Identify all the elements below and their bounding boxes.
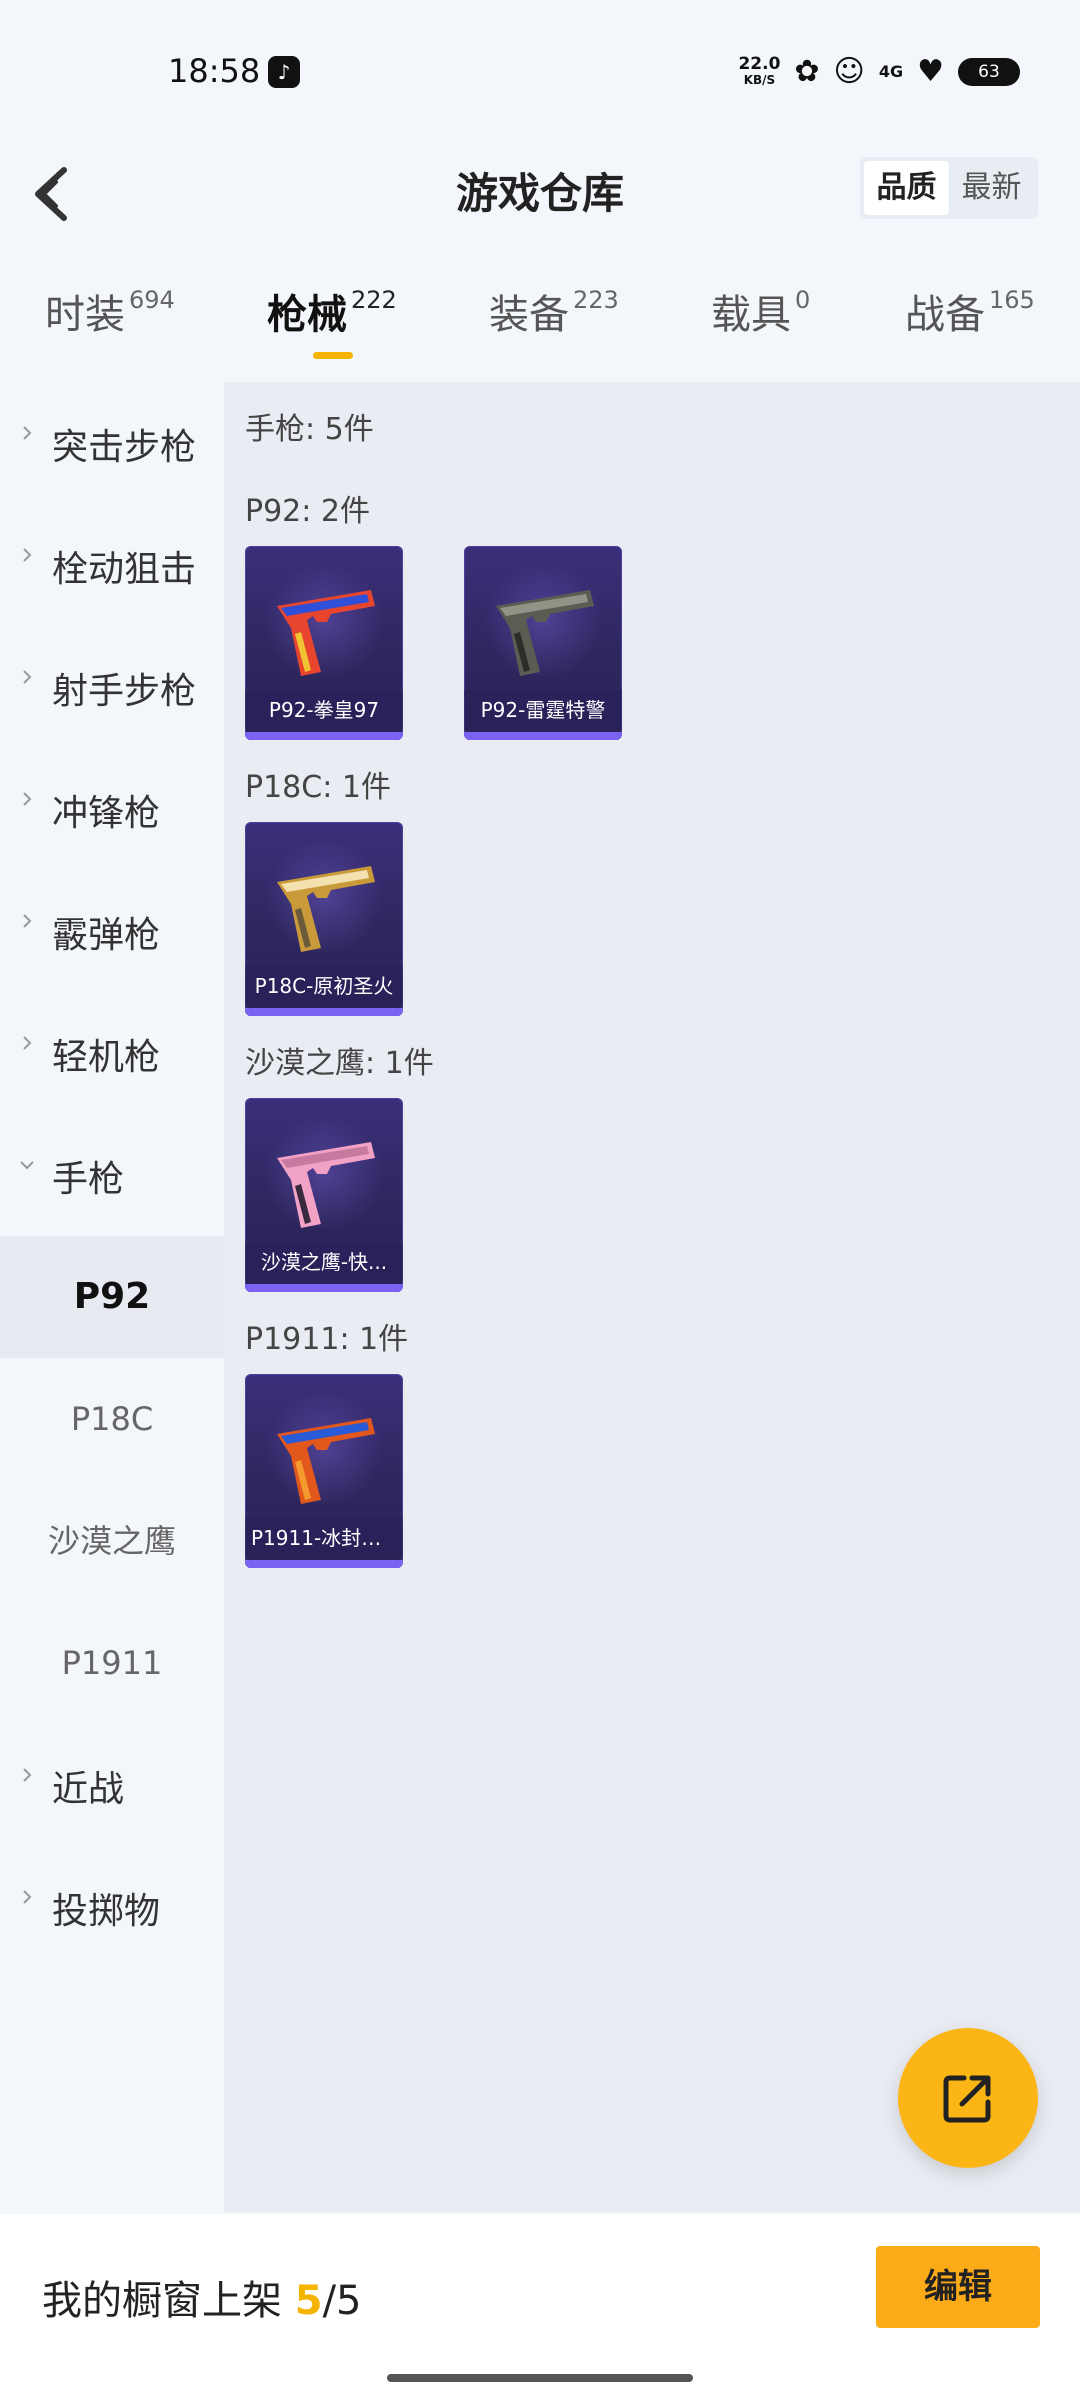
header: 游戏仓库 品质 最新: [0, 140, 1080, 280]
sidebar-sub-p18c[interactable]: P18C: [0, 1358, 224, 1480]
chevron-right-icon: [23, 914, 32, 928]
sort-quality[interactable]: 品质: [864, 161, 949, 215]
home-indicator[interactable]: [387, 2374, 693, 2382]
sidebar-item-throwables[interactable]: 投掷物: [0, 1846, 224, 1968]
active-tab-indicator: [313, 352, 353, 359]
chevron-right-icon: [23, 792, 32, 806]
tab-fashion[interactable]: 时装 694: [45, 282, 175, 380]
group-label-p18c: P18C: 1件: [245, 770, 391, 805]
net-speed: 22.0 KB/S: [738, 53, 781, 87]
group-label-p1911: P1911: 1件: [245, 1322, 409, 1357]
sidebar-item-melee[interactable]: 近战: [0, 1724, 224, 1846]
chevron-down-icon: [20, 1161, 34, 1170]
sort-toggle: 品质 最新: [860, 157, 1038, 219]
pistol-icon: [277, 866, 375, 952]
showcase-status: 我的橱窗上架 5/5: [42, 2278, 362, 2324]
sidebar-item-marksman-rifle[interactable]: 射手步枪: [0, 626, 224, 748]
share-icon: [943, 2075, 991, 2123]
network-label: 4G: [878, 62, 904, 81]
sidebar-item-shotgun[interactable]: 霰弹枪: [0, 870, 224, 992]
sidebar-item-pistol[interactable]: 手枪: [0, 1114, 224, 1236]
item-name: P18C-原初圣火: [245, 966, 403, 1006]
group-label-p92: P92: 2件: [245, 494, 370, 529]
status-indicators: 22.0 KB/S ✿ ☺ 4G ♥ 63: [738, 54, 1020, 89]
item-card[interactable]: 沙漠之鹰-快...: [245, 1098, 403, 1292]
chevron-right-icon: [23, 1768, 32, 1782]
item-name: P1911-冰封烈...: [245, 1518, 403, 1558]
bottom-bar: 我的橱窗上架 5/5 编辑: [0, 2214, 1080, 2400]
sidebar-sub-desert-eagle[interactable]: 沙漠之鹰: [0, 1480, 224, 1602]
tiktok-icon: ♪: [268, 56, 300, 88]
sort-latest[interactable]: 最新: [949, 161, 1034, 215]
item-card[interactable]: P18C-原初圣火: [245, 822, 403, 1016]
sidebar-item-bolt-sniper[interactable]: 栓动狙击: [0, 504, 224, 626]
sidebar-item-lmg[interactable]: 轻机枪: [0, 992, 224, 1114]
signal-icon: ♥: [917, 54, 944, 89]
sidebar: 突击步枪 栓动狙击 射手步枪 冲锋枪 霰弹枪 轻机枪 手枪 P92 P18C 沙…: [0, 382, 224, 2212]
status-bar: 18:58 ♪ 22.0 KB/S ✿ ☺ 4G ♥ 63: [0, 0, 1080, 140]
item-name: 沙漠之鹰-快...: [245, 1242, 403, 1282]
item-card[interactable]: P1911-冰封烈...: [245, 1374, 403, 1568]
item-name: P92-雷霆特警: [464, 690, 622, 730]
chevron-right-icon: [23, 426, 32, 440]
notification-icon: ✿: [794, 54, 820, 89]
tab-supplies[interactable]: 战备 165: [905, 282, 1035, 380]
pistol-icon: [277, 590, 375, 676]
chevron-right-icon: [23, 670, 32, 684]
item-grid: 手枪: 5件 P92: 2件 P92-拳皇97 P92-雷霆特警 P18C: 1…: [224, 382, 1080, 2212]
sidebar-item-smg[interactable]: 冲锋枪: [0, 748, 224, 870]
pistol-summary: 手枪: 5件: [245, 412, 374, 447]
tab-equipment[interactable]: 装备 223: [489, 282, 619, 380]
category-tabs: 时装 694 枪械 222 装备 223 载具 0 战备 165: [0, 282, 1080, 380]
share-button[interactable]: [898, 2028, 1038, 2168]
pistol-icon: [277, 1418, 375, 1504]
sidebar-item-assault-rifle[interactable]: 突击步枪: [0, 382, 224, 504]
item-card[interactable]: P92-拳皇97: [245, 546, 403, 740]
item-name: P92-拳皇97: [245, 690, 403, 730]
chevron-right-icon: [23, 548, 32, 562]
robot-icon: ☺: [833, 54, 865, 89]
status-time: 18:58: [168, 52, 261, 90]
pistol-icon: [277, 1142, 375, 1228]
chevron-right-icon: [23, 1036, 32, 1050]
sidebar-sub-p1911[interactable]: P1911: [0, 1602, 224, 1724]
battery-icon: 63: [958, 57, 1020, 86]
tab-firearms[interactable]: 枪械 222: [267, 282, 397, 380]
group-label-desert-eagle: 沙漠之鹰: 1件: [245, 1046, 434, 1081]
pistol-icon: [496, 590, 594, 676]
item-card[interactable]: P92-雷霆特警: [464, 546, 622, 740]
chevron-right-icon: [23, 1890, 32, 1904]
edit-button[interactable]: 编辑: [876, 2246, 1040, 2328]
sidebar-sub-p92[interactable]: P92: [0, 1236, 224, 1358]
tab-vehicles[interactable]: 载具 0: [711, 282, 810, 380]
